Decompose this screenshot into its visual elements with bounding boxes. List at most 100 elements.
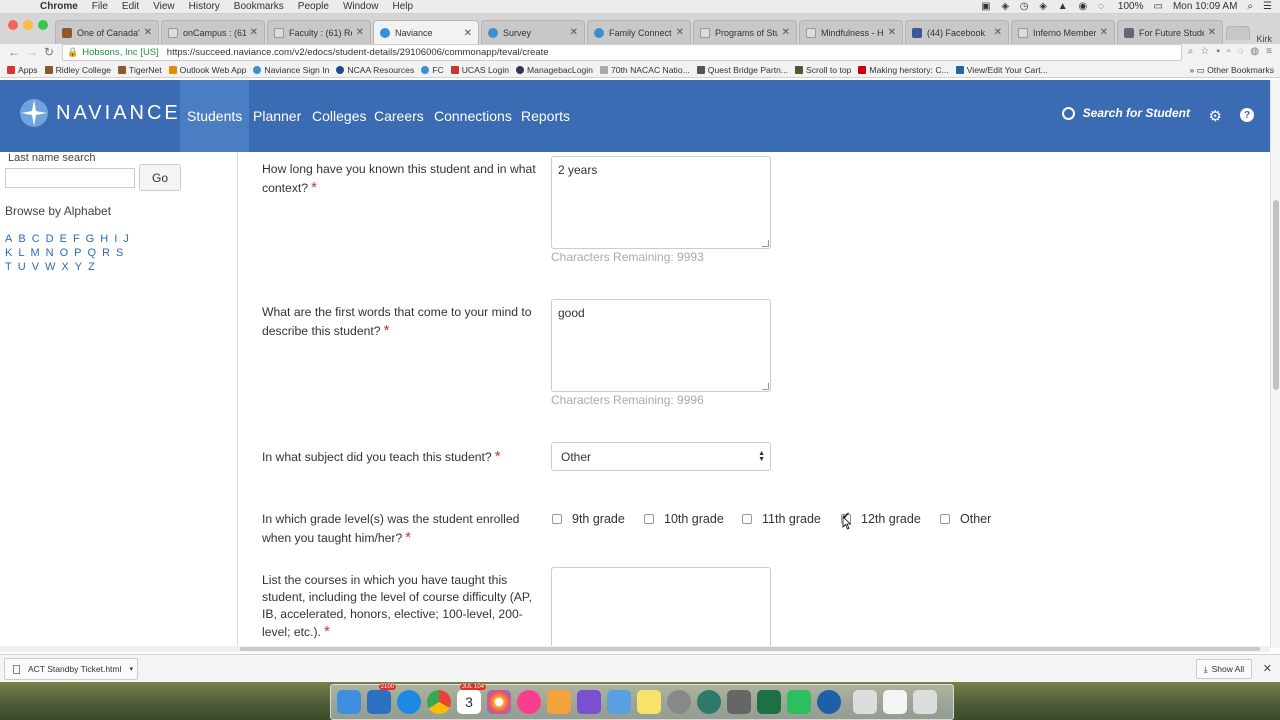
tab-naviance-active[interactable]: Naviance ✕ bbox=[373, 20, 479, 45]
letter-link-q[interactable]: Q bbox=[88, 246, 97, 260]
spotlight-icon[interactable]: ⌕ bbox=[1247, 1, 1253, 12]
notification-icon[interactable]: ☰ bbox=[1263, 1, 1272, 12]
nav-reports[interactable]: Reports bbox=[521, 80, 570, 152]
nav-students[interactable]: Students bbox=[180, 80, 250, 152]
tab-5[interactable]: Survey ✕ bbox=[481, 20, 585, 44]
nav-colleges[interactable]: Colleges bbox=[312, 80, 366, 152]
menu-history[interactable]: History bbox=[189, 1, 220, 12]
resize-handle-icon[interactable] bbox=[762, 240, 769, 247]
grade-option-10th[interactable]: 10th grade bbox=[644, 512, 724, 526]
extension-icon[interactable]: ◍ bbox=[1250, 46, 1259, 57]
bookmark-naviance[interactable]: Naviance Sign In bbox=[253, 65, 329, 75]
quicktime-icon[interactable] bbox=[817, 690, 841, 714]
url-text[interactable]: https://succeed.naviance.com/v2/edocs/st… bbox=[167, 47, 549, 58]
back-icon[interactable]: ← bbox=[8, 45, 20, 59]
tab-7[interactable]: Programs of Stud✕ bbox=[693, 20, 797, 44]
letter-link-z[interactable]: Z bbox=[88, 260, 95, 274]
other-bookmarks[interactable]: » ▭ Other Bookmarks bbox=[1189, 65, 1274, 76]
nav-careers[interactable]: Careers bbox=[374, 80, 424, 152]
close-tab-icon[interactable]: ✕ bbox=[356, 27, 364, 38]
bookmark-making-herstory[interactable]: Making herstory: C... bbox=[858, 65, 949, 75]
app-icon[interactable]: 2100 bbox=[367, 684, 396, 714]
close-tab-icon[interactable]: ✕ bbox=[464, 28, 472, 39]
letter-link-l[interactable]: L bbox=[18, 246, 24, 260]
letter-link-n[interactable]: N bbox=[46, 246, 54, 260]
download-item[interactable]: ACT Standby Ticket.html ▾ bbox=[4, 658, 138, 680]
letter-link-i[interactable]: I bbox=[114, 232, 117, 246]
profile-name[interactable]: Kirk bbox=[1257, 34, 1273, 44]
bookmark-scroll-to-top[interactable]: Scroll to top bbox=[795, 65, 851, 75]
letter-link-s[interactable]: S bbox=[116, 246, 123, 260]
bookmark-apps[interactable]: Apps bbox=[7, 65, 38, 75]
go-button[interactable]: Go bbox=[139, 164, 181, 191]
system-preferences-icon[interactable] bbox=[667, 690, 691, 714]
grade-option-12th[interactable]: 12th grade bbox=[841, 511, 921, 526]
horizontal-scrollbar[interactable] bbox=[0, 646, 1270, 652]
letter-link-d[interactable]: D bbox=[46, 232, 54, 246]
known-duration-textarea[interactable]: 2 years bbox=[551, 156, 771, 249]
close-tab-icon[interactable]: ✕ bbox=[570, 27, 578, 38]
tab-9[interactable]: (44) Facebook ✕ bbox=[905, 20, 1009, 44]
bookmark-ncaa[interactable]: NCAA Resources bbox=[336, 65, 414, 75]
letter-link-v[interactable]: V bbox=[32, 260, 39, 274]
notes-icon[interactable] bbox=[637, 690, 661, 714]
address-bar[interactable]: 🔒 Hobsons, Inc [US] https://succeed.navi… bbox=[62, 44, 1182, 61]
itunes-icon[interactable] bbox=[517, 690, 541, 714]
menu-window[interactable]: Window bbox=[343, 1, 379, 12]
close-tab-icon[interactable]: ✕ bbox=[782, 27, 790, 38]
last-name-search-input[interactable] bbox=[5, 168, 135, 188]
close-tab-icon[interactable]: ✕ bbox=[676, 27, 684, 38]
letter-link-t[interactable]: T bbox=[5, 260, 12, 274]
close-icon[interactable]: ✕ bbox=[1263, 662, 1272, 675]
courses-textarea[interactable] bbox=[551, 567, 771, 647]
menu-app[interactable]: Chrome bbox=[40, 1, 78, 12]
photos-icon[interactable] bbox=[487, 690, 511, 714]
scrollbar-thumb[interactable] bbox=[1273, 200, 1279, 390]
letter-link-w[interactable]: W bbox=[45, 260, 55, 274]
letter-link-o[interactable]: O bbox=[60, 246, 69, 260]
bookmark-outlook[interactable]: Outlook Web App bbox=[168, 65, 246, 75]
grade-option-9th[interactable]: 9th grade bbox=[552, 512, 625, 526]
tab-2[interactable]: onCampus : (61) ✕ bbox=[161, 20, 265, 44]
extension-icon[interactable]: ▪ bbox=[1216, 46, 1220, 57]
letter-link-b[interactable]: B bbox=[18, 232, 25, 246]
app-icon[interactable] bbox=[727, 690, 751, 714]
extension-icon[interactable]: ◌ bbox=[1237, 46, 1243, 57]
tab-11[interactable]: For Future Studen✕ bbox=[1117, 20, 1223, 44]
calendar-icon[interactable]: 3 JUL 104 bbox=[457, 684, 486, 714]
close-tab-icon[interactable]: ✕ bbox=[888, 27, 896, 38]
tab-1[interactable]: One of Canada's ✕ bbox=[55, 20, 159, 44]
menu-file[interactable]: File bbox=[92, 1, 108, 12]
vertical-scrollbar[interactable] bbox=[1270, 80, 1280, 648]
tab-10[interactable]: Inferno Member M✕ bbox=[1011, 20, 1115, 44]
folder-icon[interactable] bbox=[853, 690, 877, 714]
letter-link-a[interactable]: A bbox=[5, 232, 12, 246]
chrome-icon[interactable] bbox=[427, 690, 451, 714]
menu-bookmarks[interactable]: Bookmarks bbox=[234, 1, 284, 12]
letter-link-j[interactable]: J bbox=[123, 232, 129, 246]
close-tab-icon[interactable]: ✕ bbox=[144, 27, 152, 38]
close-tab-icon[interactable]: ✕ bbox=[1100, 27, 1108, 38]
time-machine-icon[interactable] bbox=[697, 690, 721, 714]
close-window-icon[interactable] bbox=[8, 20, 18, 30]
finder-icon[interactable] bbox=[337, 690, 361, 714]
scrollbar-thumb[interactable] bbox=[240, 647, 1260, 651]
extension-icon[interactable]: ▫ bbox=[1227, 46, 1231, 57]
trash-icon[interactable] bbox=[913, 690, 937, 714]
document-icon[interactable] bbox=[883, 690, 907, 714]
letter-link-m[interactable]: M bbox=[30, 246, 39, 260]
letter-link-p[interactable]: P bbox=[74, 246, 81, 260]
safari-icon[interactable] bbox=[397, 690, 421, 714]
letter-link-k[interactable]: K bbox=[5, 246, 12, 260]
menu-icon[interactable]: ≡ bbox=[1266, 46, 1272, 57]
letter-link-y[interactable]: Y bbox=[75, 260, 82, 274]
resize-handle-icon[interactable] bbox=[762, 383, 769, 390]
zoom-window-icon[interactable] bbox=[38, 20, 48, 30]
bookmark-ucas[interactable]: UCAS Login bbox=[450, 65, 509, 75]
first-words-textarea[interactable]: good bbox=[551, 299, 771, 392]
tab-8[interactable]: Mindfulness - How✕ bbox=[799, 20, 903, 44]
zoom-icon[interactable]: ⌕ bbox=[1188, 46, 1194, 57]
bookmark-star-icon[interactable]: ☆ bbox=[1200, 46, 1209, 57]
bookmark-tigernet[interactable]: TigerNet bbox=[118, 65, 162, 75]
naviance-logo[interactable]: NAVIANCE bbox=[18, 97, 181, 129]
